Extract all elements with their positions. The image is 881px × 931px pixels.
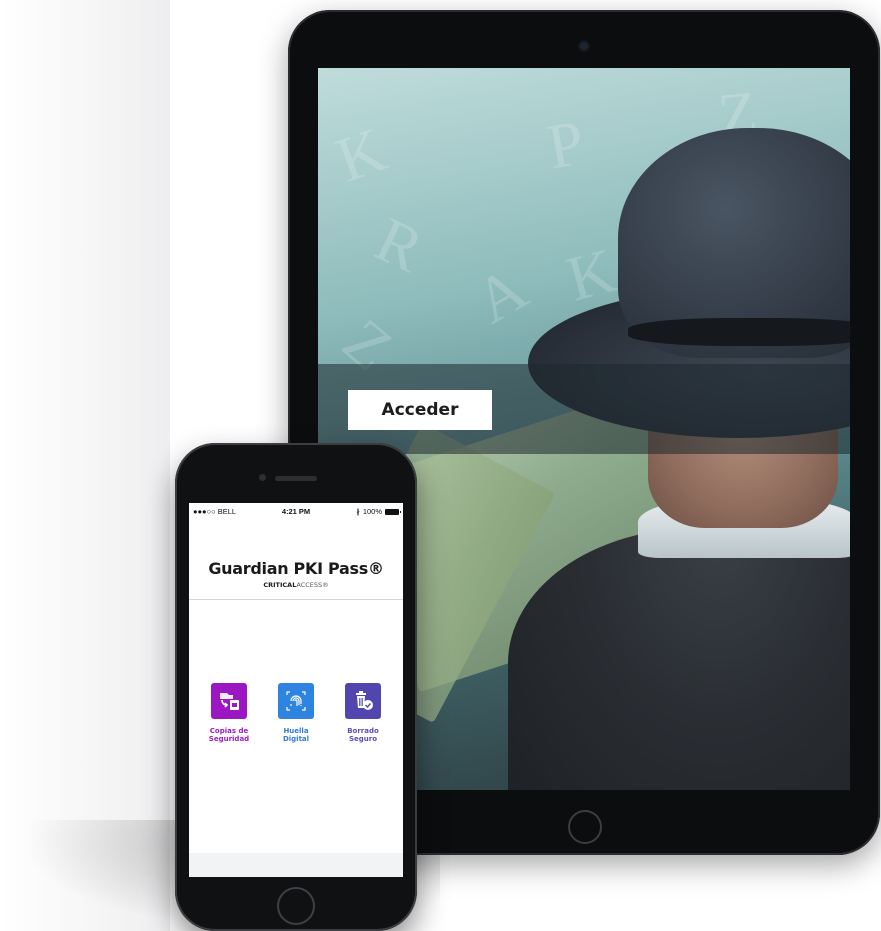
background-shade	[0, 0, 170, 931]
brand-logo: CRITICALACCESS®	[189, 581, 403, 589]
battery-percent: 100%	[362, 507, 382, 516]
feature-fingerprint[interactable]: Huella Digital	[264, 683, 328, 743]
phone-device: ●●●○○ BELL 4:21 PM ∦ 100% Guardian PKI P…	[175, 443, 417, 931]
backup-icon[interactable]	[211, 683, 247, 719]
bg-letter: A	[463, 252, 539, 337]
label-line: Borrado	[347, 727, 379, 735]
status-bar: ●●●○○ BELL 4:21 PM ∦ 100%	[189, 503, 403, 519]
phone-speaker	[275, 476, 317, 481]
feature-grid: Copias de Seguridad Huella Digital Borra…	[189, 683, 403, 773]
brand-bold: CRITICAL	[263, 581, 297, 589]
label-line: Seguridad	[208, 735, 250, 743]
feature-fingerprint-label: Huella Digital	[264, 727, 328, 743]
acceder-button[interactable]: Acceder	[348, 390, 492, 430]
brand-light: ACCESS®	[296, 581, 329, 589]
hat-band-image	[628, 318, 850, 346]
status-right: ∦ 100%	[356, 507, 401, 516]
app-title: Guardian PKI Pass®	[208, 559, 384, 578]
phone-camera	[259, 474, 266, 481]
battery-icon	[385, 508, 401, 515]
feature-secure-delete-label: Borrado Seguro	[331, 727, 395, 743]
label-line: Copias de	[209, 727, 249, 735]
bg-letter: P	[542, 106, 590, 183]
feature-backup[interactable]: Copias de Seguridad	[197, 683, 261, 743]
feature-secure-delete[interactable]: Borrado Seguro	[331, 683, 395, 743]
bg-letter: K	[327, 113, 395, 196]
label-line: Huella	[283, 727, 309, 735]
secure-delete-icon[interactable]	[345, 683, 381, 719]
fingerprint-icon[interactable]	[278, 683, 314, 719]
phone-bottom-band	[189, 853, 403, 877]
feature-backup-label: Copias de Seguridad	[197, 727, 261, 743]
bg-letter: R	[365, 203, 434, 286]
app-header: Guardian PKI Pass® CRITICALACCESS®	[189, 519, 403, 600]
tablet-home-button[interactable]	[568, 810, 602, 844]
tablet-camera	[580, 42, 588, 50]
bluetooth-icon: ∦	[356, 508, 360, 516]
label-line: Digital	[282, 735, 310, 743]
phone-screen: ●●●○○ BELL 4:21 PM ∦ 100% Guardian PKI P…	[189, 503, 403, 877]
phone-home-button[interactable]	[277, 887, 315, 925]
label-line: Seguro	[348, 735, 378, 743]
